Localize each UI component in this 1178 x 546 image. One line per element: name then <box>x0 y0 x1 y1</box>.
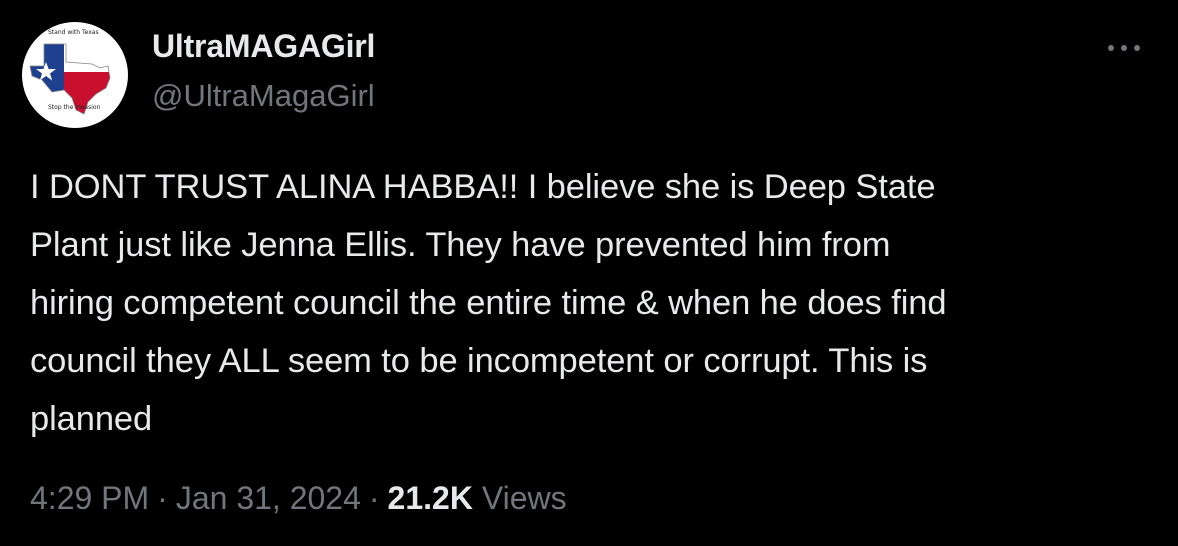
author-display-name[interactable]: UltraMAGAGirl <box>152 28 375 65</box>
avatar[interactable]: Stand with Texas Stop the Invasion <box>22 22 128 128</box>
tweet-card: Stand with Texas Stop the Invasion Ultra… <box>0 0 1178 546</box>
views-count[interactable]: 21.2K <box>388 480 473 516</box>
avatar-top-caption: Stand with Texas <box>48 29 99 36</box>
tweet-date[interactable]: Jan 31, 2024 <box>176 480 361 516</box>
meta-separator: · <box>368 480 380 516</box>
views-label: Views <box>481 480 567 516</box>
avatar-bottom-caption: Stop the Invasion <box>48 104 101 111</box>
author-handle[interactable]: @UltraMagaGirl <box>152 78 375 114</box>
more-options-button[interactable] <box>1104 36 1148 60</box>
meta-separator: · <box>157 480 168 516</box>
texas-flag-icon <box>29 43 111 115</box>
tweet-metadata: 4:29 PM · Jan 31, 2024 · 21.2K Views <box>30 480 567 517</box>
tweet-text: I DONT TRUST ALINA HABBA!! I believe she… <box>30 168 947 438</box>
tweet-time[interactable]: 4:29 PM <box>30 480 149 516</box>
